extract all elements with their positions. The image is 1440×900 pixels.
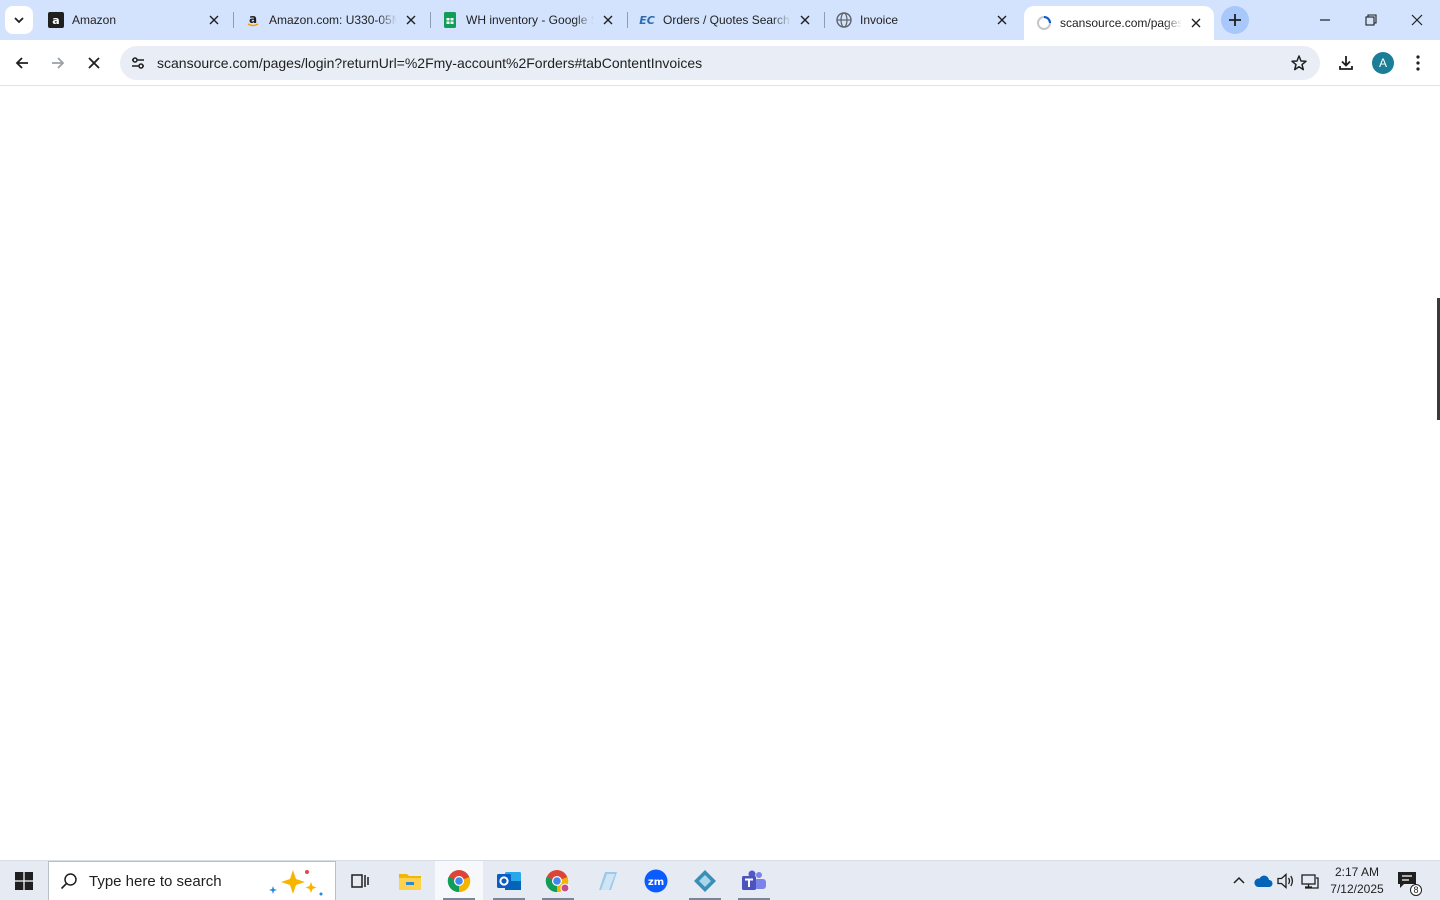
page-content	[0, 87, 1440, 860]
site-info-icon[interactable]	[126, 51, 150, 75]
back-button[interactable]	[6, 47, 38, 79]
address-bar[interactable]: scansource.com/pages/login?returnUrl=%2F…	[120, 46, 1320, 80]
restore-button[interactable]	[1348, 0, 1394, 40]
chevron-down-icon	[14, 17, 24, 24]
tab-title: Amazon	[72, 13, 117, 27]
notification-count-badge: 8	[1410, 884, 1422, 896]
tab-strip: a Amazon a Amazon.com: U330-05M WH inven…	[0, 0, 1440, 40]
tab-wh-inventory[interactable]: WH inventory - Google Sheets	[430, 0, 626, 40]
speaker-icon	[1277, 873, 1294, 889]
ec-logo-icon: EC	[639, 12, 655, 28]
close-icon[interactable]	[994, 12, 1010, 28]
arrow-left-icon	[15, 57, 28, 69]
stop-loading-button[interactable]	[78, 47, 110, 79]
search-icon	[59, 871, 79, 891]
notification-center-button[interactable]: 8	[1396, 870, 1422, 896]
search-placeholder: Type here to search	[89, 872, 222, 890]
remote-desktop-icon	[694, 870, 716, 892]
zoom-taskbar-button[interactable]: zm	[632, 861, 680, 900]
show-hidden-icons-button[interactable]	[1229, 871, 1249, 891]
tab-amazon[interactable]: a Amazon	[36, 0, 232, 40]
svg-text:EC: EC	[639, 14, 655, 27]
google-sheets-icon	[442, 12, 458, 28]
chevron-up-icon	[1233, 876, 1245, 884]
network-monitor-icon	[1301, 874, 1319, 889]
outlook-icon	[497, 872, 521, 890]
arrow-right-icon	[52, 57, 65, 69]
kebab-menu-icon	[1416, 55, 1420, 71]
browser-menu-button[interactable]	[1402, 47, 1434, 79]
close-icon[interactable]	[797, 12, 813, 28]
minimize-button[interactable]	[1302, 0, 1348, 40]
svg-text:a: a	[249, 12, 257, 26]
amazon-smile-icon: a	[245, 12, 261, 28]
volume-tray-button[interactable]	[1276, 871, 1296, 891]
browser-toolbar: scansource.com/pages/login?returnUrl=%2F…	[0, 40, 1440, 86]
globe-icon	[836, 12, 852, 28]
profile-avatar[interactable]: A	[1372, 52, 1394, 74]
chrome-profile-taskbar-button[interactable]	[534, 861, 582, 900]
tab-title: Amazon.com: U330-05M	[269, 13, 397, 27]
forward-button[interactable]	[42, 47, 74, 79]
file-explorer-button[interactable]	[386, 861, 434, 900]
outlook-taskbar-button[interactable]	[485, 861, 533, 900]
app-shortcut-button[interactable]	[583, 861, 631, 900]
app-shortcut-icon	[599, 872, 617, 890]
file-explorer-icon	[399, 874, 421, 890]
tab-invoice[interactable]: Invoice	[824, 0, 1020, 40]
windows-logo-icon	[15, 872, 33, 890]
onedrive-tray-button[interactable]	[1253, 871, 1273, 891]
close-icon[interactable]	[1188, 15, 1204, 31]
tab-title: WH inventory - Google Sheets	[466, 13, 594, 27]
bookmark-star-icon[interactable]	[1290, 54, 1308, 72]
close-icon[interactable]	[600, 12, 616, 28]
chrome-icon	[447, 870, 471, 893]
start-button[interactable]	[0, 861, 48, 900]
taskbar-clock[interactable]: 2:17 AM 7/12/2025	[1326, 864, 1388, 898]
clock-time: 2:17 AM	[1334, 865, 1380, 879]
tab-search-button[interactable]	[5, 6, 33, 34]
close-icon	[1411, 14, 1423, 26]
tab-title: Invoice	[860, 13, 899, 27]
restore-icon	[1365, 14, 1377, 26]
downloads-button[interactable]	[1330, 47, 1362, 79]
url-text[interactable]: scansource.com/pages/login?returnUrl=%2F…	[157, 55, 702, 71]
tab-title: Orders / Quotes Search	[663, 13, 790, 27]
task-view-button[interactable]	[336, 861, 384, 900]
tab-orders-quotes[interactable]: EC Orders / Quotes Search	[627, 0, 823, 40]
loading-spinner-icon	[1036, 15, 1052, 31]
chrome-taskbar-button[interactable]	[435, 861, 483, 900]
stop-x-icon	[88, 57, 100, 69]
close-icon[interactable]	[206, 12, 222, 28]
teams-icon	[742, 870, 766, 890]
minimize-icon	[1320, 19, 1330, 21]
svg-text:a: a	[52, 14, 59, 27]
amazon-a-icon: a	[48, 12, 64, 28]
download-icon	[1339, 56, 1353, 70]
network-tray-button[interactable]	[1300, 871, 1320, 891]
tab-amazon-product[interactable]: a Amazon.com: U330-05M	[233, 0, 429, 40]
clock-date: 7/12/2025	[1330, 882, 1384, 896]
tab-scansource-login[interactable]: scansource.com/pages/login	[1024, 6, 1214, 40]
onedrive-cloud-icon	[1254, 875, 1273, 887]
windows-taskbar: Type here to search zm 2:17 AM 7/12/2025…	[0, 860, 1440, 900]
zoom-icon: zm	[644, 869, 668, 893]
tab-title: scansource.com/pages/login	[1060, 16, 1182, 30]
chrome-profile-icon	[545, 870, 570, 893]
taskbar-search-box[interactable]: Type here to search	[48, 861, 336, 900]
close-icon[interactable]	[403, 12, 419, 28]
new-tab-button[interactable]	[1221, 6, 1249, 34]
svg-text:zm: zm	[648, 877, 664, 888]
plus-icon	[1229, 14, 1241, 26]
teams-taskbar-button[interactable]	[730, 861, 778, 900]
close-window-button[interactable]	[1394, 0, 1440, 40]
remote-desktop-taskbar-button[interactable]	[681, 861, 729, 900]
task-view-icon	[351, 874, 369, 888]
sparkle-highlight-icon	[269, 870, 323, 896]
